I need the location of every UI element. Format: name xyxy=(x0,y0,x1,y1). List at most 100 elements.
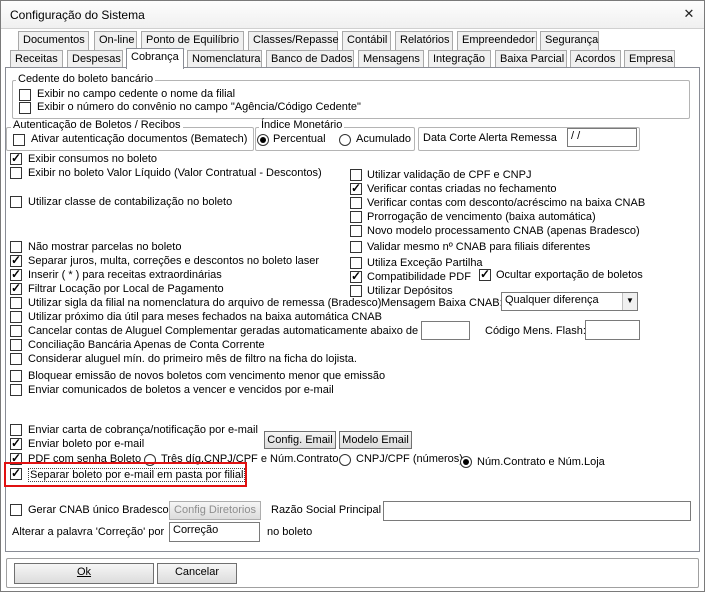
enviar-boleto-email-checkbox[interactable] xyxy=(10,436,22,450)
ok-button[interactable]: Ok xyxy=(14,563,154,584)
separar-boleto-pasta-label: Separar boleto por e-mail em pasta por f… xyxy=(28,468,246,482)
config-email-button[interactable]: Config. Email xyxy=(264,431,336,449)
verificar-desconto-cnab-checkbox[interactable] xyxy=(350,197,362,209)
codigo-flash-label: Código Mens. Flash: xyxy=(485,325,586,337)
mensagem-baixa-value: Qualquer diferença xyxy=(505,294,599,306)
razao-social-label: Razão Social Principal xyxy=(271,504,382,516)
validacao-cpf-checkbox[interactable] xyxy=(350,169,362,181)
nao-mostrar-parcelas-checkbox[interactable] xyxy=(10,241,22,253)
mensagem-baixa-select[interactable]: Qualquer diferença ▼ xyxy=(501,292,638,311)
cancelar-contas-label: Cancelar contas de Aluguel Complementar … xyxy=(28,325,436,337)
carta-cobranca-checkbox[interactable] xyxy=(10,424,22,436)
indice-percentual-radio[interactable] xyxy=(257,134,269,146)
cedente-nome-filial-checkbox[interactable] xyxy=(19,89,31,101)
compatibilidade-pdf-checkbox[interactable] xyxy=(350,269,362,283)
razao-social-input[interactable] xyxy=(383,501,691,521)
validar-cnab-filiais-label: Validar mesmo nº CNAB para filiais difer… xyxy=(367,241,591,253)
enviar-comunicados-label: Enviar comunicados de boletos a vencer e… xyxy=(28,384,334,396)
valor-liquido-checkbox[interactable] xyxy=(10,167,22,179)
config-diretorios-button[interactable]: Config Diretorios xyxy=(169,501,261,520)
correcao-label-before: Alterar a palavra 'Correção' por xyxy=(12,526,165,538)
tab-documentos[interactable]: Documentos xyxy=(18,31,89,50)
aluguel-minimo-label: Considerar aluguel mín. do primeiro mês … xyxy=(28,353,357,365)
tab-classes-repasse[interactable]: Classes/Repasse xyxy=(248,31,339,50)
utilizar-depositos-checkbox[interactable] xyxy=(350,285,362,297)
enviar-comunicados-checkbox[interactable] xyxy=(10,384,22,396)
separar-juros-label: Separar juros, multa, correções e descon… xyxy=(28,255,320,267)
validar-cnab-filiais-checkbox[interactable] xyxy=(350,241,362,253)
cnab-bradesco-checkbox[interactable] xyxy=(10,504,22,516)
cedente-convenio-label: Exibir o número do convênio no campo "Ag… xyxy=(37,101,361,113)
correcao-label-after: no boleto xyxy=(267,526,313,538)
verificar-desconto-cnab-label: Verificar contas com desconto/acréscimo … xyxy=(367,197,646,209)
data-corte-input[interactable]: / / xyxy=(567,128,637,147)
verificar-contas-fechamento-label: Verificar contas criadas no fechamento xyxy=(367,183,557,195)
close-icon[interactable]: ✕ xyxy=(683,7,695,20)
prorrogacao-vencimento-label: Prorrogação de vencimento (baixa automát… xyxy=(367,211,596,223)
cedente-nome-filial-label: Exibir no campo cedente o nome da filial xyxy=(37,88,236,100)
proximo-dia-util-checkbox[interactable] xyxy=(10,311,22,323)
bloquear-emissao-checkbox[interactable] xyxy=(10,370,22,382)
cnab-bradesco-label: Gerar CNAB único Bradesco xyxy=(28,504,169,516)
novo-modelo-cnab-label: Novo modelo processamento CNAB (apenas B… xyxy=(367,225,640,237)
data-corte-label: Data Corte Alerta Remessa xyxy=(423,132,557,144)
bematech-checkbox[interactable] xyxy=(13,134,25,146)
excecao-partilha-checkbox[interactable] xyxy=(350,257,362,269)
ocultar-exportacao-checkbox[interactable] xyxy=(479,267,491,281)
compatibilidade-pdf-label: Compatibilidade PDF xyxy=(367,271,471,283)
valor-liquido-label: Exibir no boleto Valor Líquido (Valor Co… xyxy=(28,167,322,179)
autenticacao-group-title: Autenticação de Boletos / Recibos xyxy=(11,119,183,131)
senha-cnpj-numeros-label: CNPJ/CPF (números) xyxy=(356,453,463,465)
carta-cobranca-label: Enviar carta de cobrança/notificação por… xyxy=(28,424,258,436)
tab-relatorios[interactable]: Relatórios xyxy=(395,31,453,50)
prorrogacao-vencimento-checkbox[interactable] xyxy=(350,211,362,223)
bloquear-emissao-label: Bloquear emissão de novos boletos com ve… xyxy=(28,370,386,382)
cancelar-contas-checkbox[interactable] xyxy=(10,325,22,337)
indice-group-title: Índice Monetário xyxy=(259,119,345,131)
excecao-partilha-label: Utiliza Exceção Partilha xyxy=(367,257,483,269)
tab-seguranca[interactable]: Segurança xyxy=(540,31,599,50)
conciliacao-label: Conciliação Bancária Apenas de Conta Cor… xyxy=(28,339,265,351)
verificar-contas-fechamento-checkbox[interactable] xyxy=(350,181,362,195)
config-window: Configuração do Sistema ✕ Documentos On-… xyxy=(0,0,705,592)
separar-juros-checkbox[interactable] xyxy=(10,253,22,267)
tab-contabil[interactable]: Contábil xyxy=(342,31,391,50)
indice-acumulado-label: Acumulado xyxy=(356,133,412,145)
validacao-cpf-label: Utilizar validação de CPF e CNPJ xyxy=(367,169,532,181)
valor-minimo-input[interactable] xyxy=(421,321,470,340)
aluguel-minimo-checkbox[interactable] xyxy=(10,353,22,365)
classe-contabilizacao-checkbox[interactable] xyxy=(10,196,22,208)
modelo-email-button[interactable]: Modelo Email xyxy=(339,431,412,449)
sigla-filial-label: Utilizar sigla da filial na nomenclatura… xyxy=(28,297,382,309)
tab-cobranca[interactable]: Cobrança xyxy=(126,48,184,69)
exibir-consumos-label: Exibir consumos no boleto xyxy=(28,153,158,165)
senha-contrato-loja-radio[interactable] xyxy=(460,456,472,468)
senha-cnpj-numeros-radio[interactable] xyxy=(339,454,351,466)
indice-percentual-label: Percentual xyxy=(273,133,326,145)
conciliacao-checkbox[interactable] xyxy=(10,339,22,351)
novo-modelo-cnab-checkbox[interactable] xyxy=(350,225,362,237)
filtrar-locacao-checkbox[interactable] xyxy=(10,281,22,295)
exibir-consumos-checkbox[interactable] xyxy=(10,151,22,165)
nao-mostrar-parcelas-label: Não mostrar parcelas no boleto xyxy=(28,241,182,253)
title-bar: Configuração do Sistema ✕ xyxy=(1,1,704,29)
cedente-group-title: Cedente do boleto bancário xyxy=(16,73,156,85)
bematech-label: Ativar autenticação documentos (Bematech… xyxy=(31,133,248,145)
tab-empreendedor[interactable]: Empreendedor xyxy=(457,31,537,50)
codigo-flash-input[interactable] xyxy=(585,320,640,340)
senha-contrato-loja-label: Núm.Contrato e Núm.Loja xyxy=(477,456,605,468)
sigla-filial-checkbox[interactable] xyxy=(10,297,22,309)
separar-boleto-pasta-checkbox[interactable] xyxy=(10,466,22,480)
chevron-down-icon[interactable]: ▼ xyxy=(622,293,637,310)
cancel-button[interactable]: Cancelar xyxy=(157,563,237,584)
enviar-boleto-email-label: Enviar boleto por e-mail xyxy=(28,438,145,450)
filtrar-locacao-label: Filtrar Locação por Local de Pagamento xyxy=(28,283,224,295)
ocultar-exportacao-label: Ocultar exportação de boletos xyxy=(496,269,643,281)
proximo-dia-util-label: Utilizar próximo dia útil para meses fec… xyxy=(28,311,382,323)
window-title: Configuração do Sistema xyxy=(10,8,145,22)
cedente-convenio-checkbox[interactable] xyxy=(19,102,31,114)
inserir-asterisco-checkbox[interactable] xyxy=(10,267,22,281)
indice-acumulado-radio[interactable] xyxy=(339,134,351,146)
mensagem-baixa-label: Mensagem Baixa CNAB: xyxy=(381,297,503,309)
correcao-input[interactable]: Correção xyxy=(169,522,260,542)
